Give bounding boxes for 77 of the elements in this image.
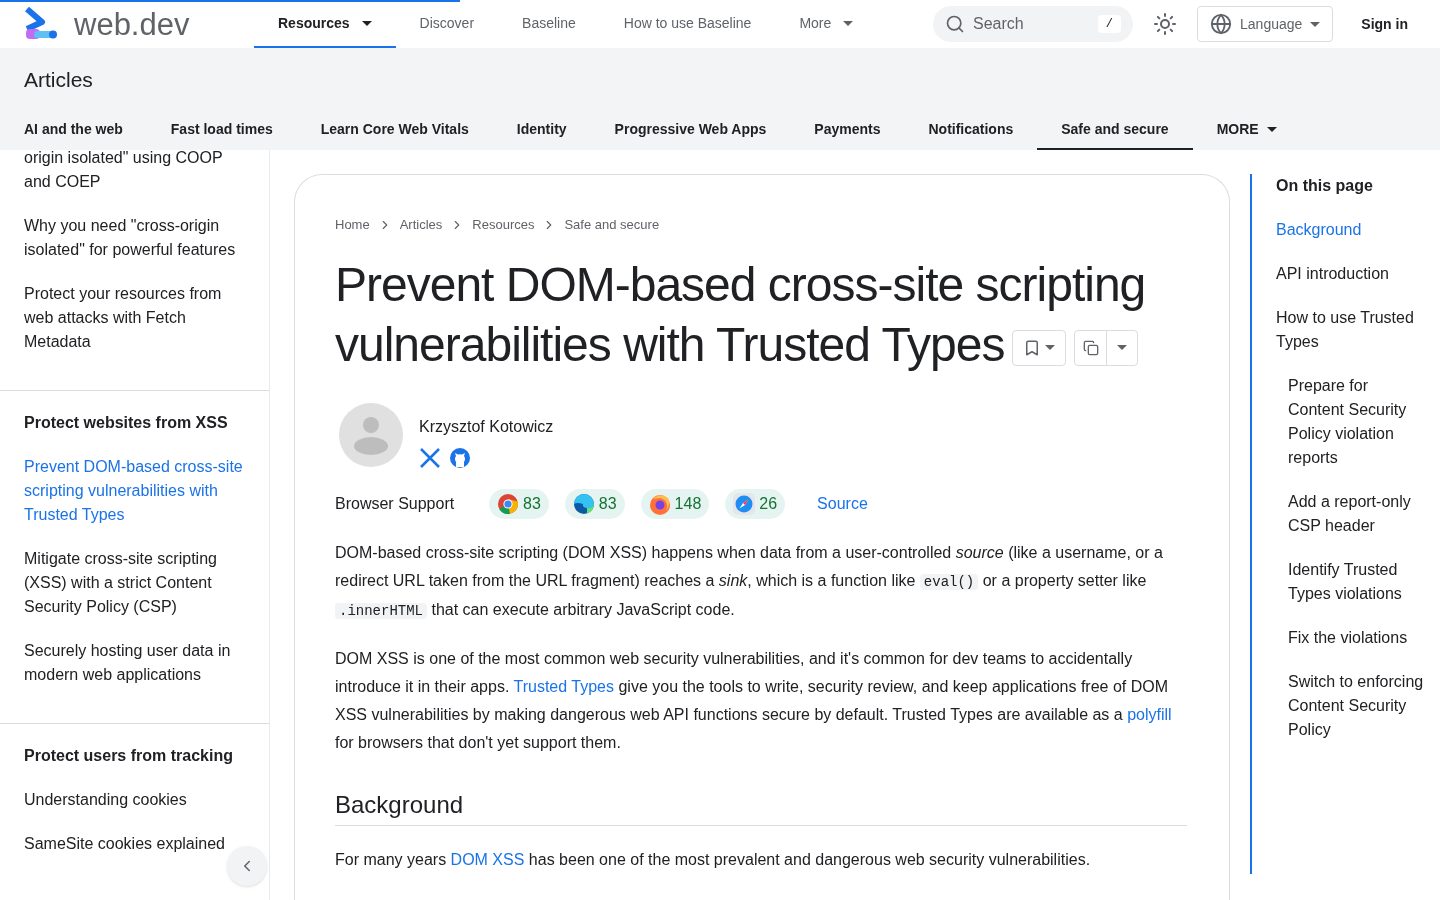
nav-tab[interactable]: How to use Baseline <box>599 0 776 48</box>
sign-in-link[interactable]: Sign in <box>1353 13 1416 35</box>
section-tab[interactable]: AI and the web <box>0 110 147 150</box>
breadcrumb-link[interactable]: Home <box>335 215 370 235</box>
sidebar-link[interactable]: Protect your resources from web attacks with Fetch Metadata <box>24 282 245 354</box>
toc-link[interactable]: Background <box>1276 218 1428 242</box>
text-link[interactable]: polyfill <box>1127 705 1172 723</box>
chrome-icon <box>497 492 519 515</box>
github-icon[interactable] <box>449 446 471 469</box>
edge-icon <box>572 492 595 515</box>
caret-icon <box>1045 345 1056 351</box>
copy-icon <box>1082 339 1099 356</box>
nav-tab[interactable]: Baseline <box>498 0 600 48</box>
nav-tab[interactable]: Discover <box>395 0 499 48</box>
breadcrumb-link[interactable]: Resources <box>472 215 535 235</box>
section-title: Articles <box>24 67 94 93</box>
browser-badge: 83 <box>489 488 549 519</box>
browser-support-label: Browser Support <box>335 493 456 514</box>
toc-title: On this page <box>1276 176 1374 196</box>
caret-icon <box>1117 345 1128 351</box>
copy-button[interactable] <box>1074 329 1139 366</box>
compass-icon <box>733 492 756 515</box>
section-tab[interactable]: Safe and secure <box>1037 110 1193 150</box>
logo-text[interactable]: web.dev <box>74 8 190 40</box>
author-name: Krzysztof Kotowicz <box>419 416 554 437</box>
theme-toggle-icon[interactable] <box>1153 12 1178 36</box>
toc-link[interactable]: Prepare for Content Security Policy violation reports <box>1276 374 1428 470</box>
text-link[interactable]: DOM XSS <box>450 850 525 868</box>
body-paragraph: DOM XSS is one of the most common web security vulnerabilities, and it's common for dev teams to accidentally introduce it in their apps. Trusted Types give you the tools to write, security review, and keep applications free of DOM XSS vulnerabilities by making dangerous web API functions secure by default. Trusted Types are available as a polyfill for browsers that don't yet support them. <box>335 648 1173 753</box>
sidebar-link[interactable]: Securely hosting user data in modern web applications <box>24 639 245 687</box>
browser-badge: 148 <box>640 488 710 519</box>
toc-link[interactable]: Fix the violations <box>1276 626 1428 650</box>
section-tab[interactable]: Notifications <box>904 110 1038 150</box>
toc-link[interactable]: API introduction <box>1276 262 1428 286</box>
sidebar-link[interactable]: Mitigate cross-site scripting (XSS) with a strict Content Security Policy (CSP) <box>24 547 245 619</box>
sidebar-link[interactable]: Understanding cookies <box>24 788 187 812</box>
x-logo-icon[interactable] <box>419 446 441 469</box>
sidebar-link[interactable]: Why you need "cross-origin isolated" for powerful features <box>24 214 245 262</box>
search-field[interactable]: Search / <box>933 6 1134 42</box>
avatar-icon <box>339 402 403 467</box>
browser-badge: 83 <box>564 488 625 519</box>
nav-tab[interactable]: More <box>775 0 878 48</box>
section-tab[interactable]: Payments <box>790 110 905 150</box>
globe-icon <box>1210 13 1233 35</box>
search-input[interactable]: Search <box>973 12 1090 36</box>
shortcut-key: / <box>1097 15 1122 33</box>
toc-link[interactable]: How to use Trusted Types <box>1276 306 1428 354</box>
section-heading: Background <box>335 788 1187 826</box>
sidebar-link[interactable]: Prevent DOM-based cross-site scripting vulnerabilities with Trusted Types <box>24 455 245 527</box>
toc-link[interactable]: Add a report-only CSP header <box>1276 490 1428 538</box>
section-tab[interactable]: Learn Core Web Vitals <box>296 110 493 150</box>
inline-code: eval() <box>919 573 979 590</box>
section-tab[interactable]: MORE <box>1192 110 1301 150</box>
section-tab[interactable]: Fast load times <box>146 110 297 150</box>
article-title: Prevent DOM-based cross-site scripting vulnerabilities with Trusted Types <box>335 256 1147 373</box>
logo-icon <box>24 7 58 41</box>
browser-badge: 26 <box>725 488 786 519</box>
body-paragraph: DOM-based cross-site scripting (DOM XSS) happens when data from a user-controlled source (like a username, or a redirect URL taken from the URL fragment) reaches a sink, which is a function like eval() or a property setter like .innerHTML that can execute arbitrary JavaScript code. <box>335 542 1164 621</box>
toc-link[interactable]: Identify Trusted Types violations <box>1276 558 1428 606</box>
sidebar-link[interactable]: origin isolated" using COOP and COEP <box>24 150 245 194</box>
breadcrumb-link[interactable]: Safe and secure <box>564 215 660 235</box>
search-icon <box>945 14 966 34</box>
section-tab[interactable]: Identity <box>492 110 591 150</box>
source-link[interactable]: Source <box>817 491 868 516</box>
inline-code: .innerHTML <box>335 602 427 619</box>
sidebar-link[interactable]: SameSite cookies explained <box>24 832 225 856</box>
toc-link[interactable]: Switch to enforcing Content Security Policy <box>1276 670 1428 742</box>
caret-icon <box>1310 21 1321 27</box>
sidebar-heading: Protect users from tracking <box>24 746 234 766</box>
text-link[interactable]: Trusted Types <box>513 677 614 695</box>
section-tab[interactable]: Progressive Web Apps <box>590 110 791 150</box>
body-paragraph: For many years DOM XSS has been one of the most prevalent and dangerous web security vulnerabilities. <box>335 849 1092 870</box>
firefox-icon <box>648 492 671 515</box>
bookmark-button[interactable] <box>1012 329 1067 366</box>
sidebar-heading: Protect websites from XSS <box>24 413 229 433</box>
language-button[interactable]: Language <box>1197 6 1334 42</box>
breadcrumb-link[interactable]: Articles <box>399 215 443 235</box>
